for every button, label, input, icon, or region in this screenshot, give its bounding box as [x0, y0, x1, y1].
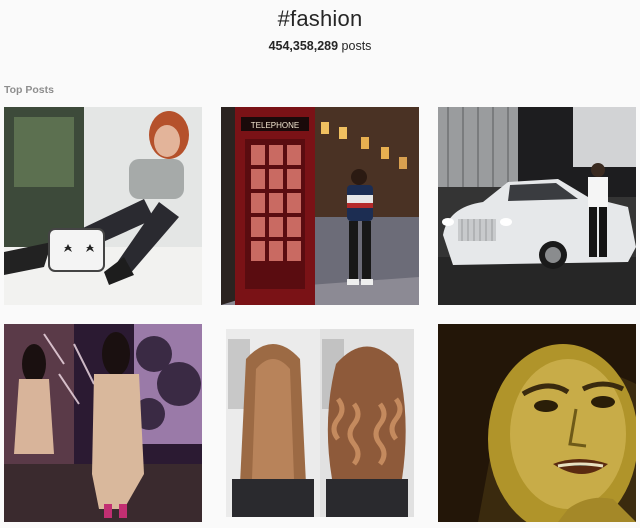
post-thumbnail-6[interactable]	[438, 324, 636, 522]
post-thumbnail-5[interactable]	[226, 329, 414, 517]
post-image-hair-styling	[226, 329, 414, 517]
post-thumbnail-4[interactable]	[4, 324, 202, 522]
post-count-number: 454,358,289	[268, 39, 339, 53]
post-image-woman-sitting	[4, 107, 202, 305]
hashtag-title: #fashion	[277, 6, 363, 31]
post-thumbnail-2[interactable]: TELEPHONE	[221, 107, 419, 305]
post-image-portrait-gold	[438, 324, 636, 522]
post-count-suffix: posts	[338, 39, 372, 53]
top-posts-label: Top Posts	[4, 84, 54, 96]
telephone-sign: TELEPHONE	[251, 121, 299, 130]
post-thumbnail-1[interactable]	[4, 107, 202, 305]
post-image-mirror-selfie	[4, 324, 202, 522]
post-count: 454,358,289 posts	[0, 39, 640, 53]
post-image-telephone-booth: TELEPHONE	[221, 107, 419, 305]
post-thumbnail-3[interactable]	[438, 107, 636, 305]
post-image-white-car	[438, 107, 636, 305]
